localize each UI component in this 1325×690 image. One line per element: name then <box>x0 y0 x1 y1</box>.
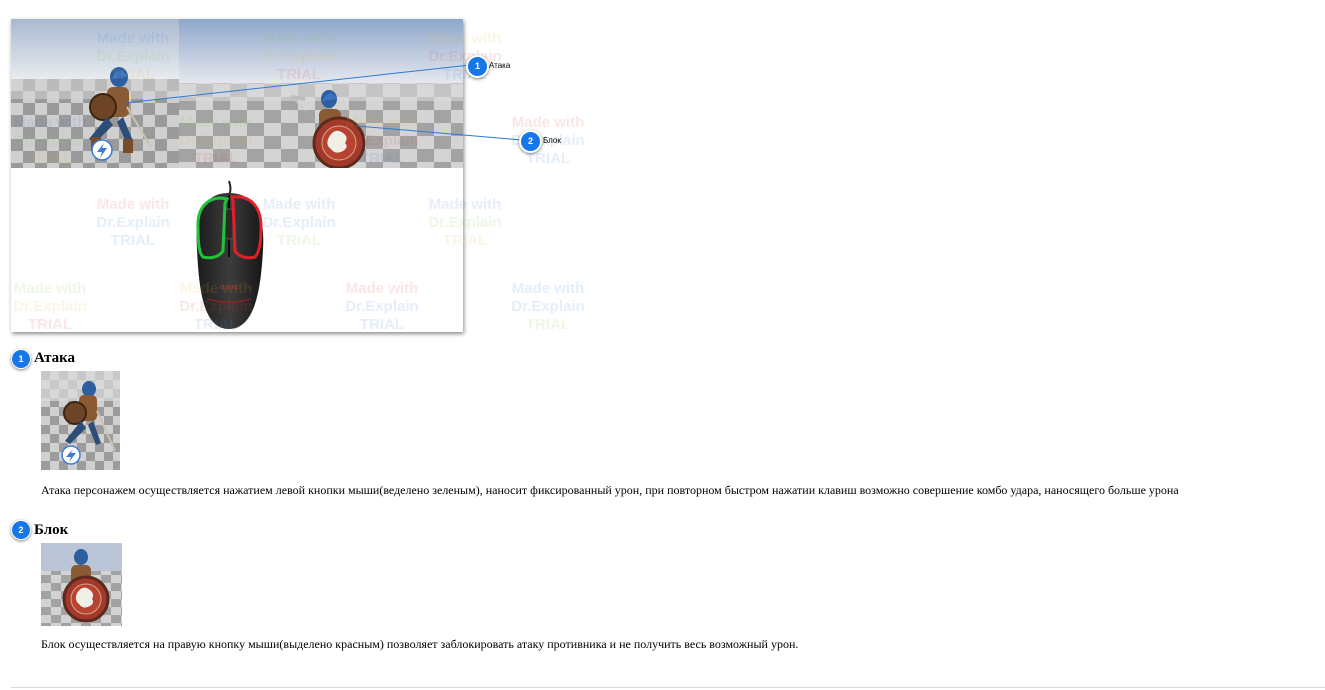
callout-badge-1[interactable]: 1 <box>466 55 489 78</box>
section-text-attack: Атака персонажем осуществляется нажатием… <box>41 483 1179 497</box>
attack-scene-image <box>11 19 179 168</box>
block-scene-image <box>179 19 463 168</box>
section-text-block: Блок осуществляется на правую кнопку мыш… <box>41 637 799 651</box>
watermark-line: Dr.Explain <box>511 298 585 315</box>
callout-badge-2[interactable]: 2 <box>519 130 542 153</box>
footer-divider <box>11 687 1325 688</box>
watermark-line: TRIAL <box>525 316 571 333</box>
mouse-image: XLOGIC <box>189 179 269 331</box>
watermark-line: Made with <box>511 280 585 297</box>
watermark: Made withDr.ExplainTRIAL <box>488 280 608 334</box>
section-title-attack: Атака <box>34 350 76 366</box>
section-badge-2[interactable]: 2 <box>11 520 31 540</box>
watermark-line: Made with <box>511 114 585 131</box>
main-figure: XLOGIC <box>11 19 463 332</box>
section-badge-1[interactable]: 1 <box>11 349 31 369</box>
callout-label-2: Блок <box>543 136 561 145</box>
callout-label-1: Атака <box>489 61 511 70</box>
lightning-icon <box>91 139 113 161</box>
block-thumbnail <box>41 543 122 626</box>
section-title-block: Блок <box>34 522 69 538</box>
watermark-line: TRIAL <box>525 150 571 167</box>
mouse-brand-logo: XLOGIC <box>220 285 239 291</box>
attack-thumbnail <box>41 371 120 470</box>
lightning-icon <box>61 445 81 465</box>
